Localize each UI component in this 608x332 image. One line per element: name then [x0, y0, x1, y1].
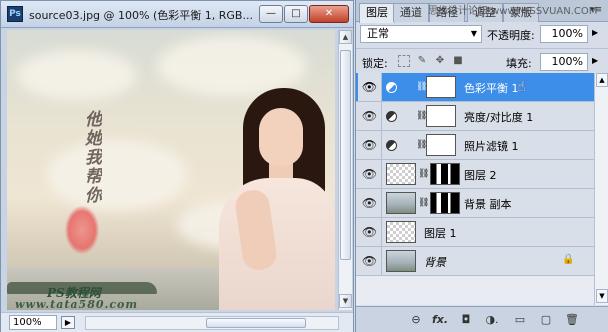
minimize-icon: — — [266, 8, 276, 19]
layer-name[interactable]: 背景 — [424, 254, 446, 270]
adjustment-layer-icon — [386, 111, 397, 122]
layer-name[interactable]: 色彩平衡 1 — [464, 80, 519, 96]
panel-menu-icon[interactable]: ▾≡ — [588, 5, 604, 17]
eye-visibility-icon[interactable]: 👁 — [358, 189, 382, 217]
image-canvas[interactable]: 他她我帮你 PS教程网 www.tata580.com — [7, 30, 335, 310]
layer-mask-thumbnail[interactable] — [426, 105, 456, 127]
cloud — [157, 36, 307, 96]
blend-mode-select[interactable]: 正常 ▼ — [360, 25, 482, 43]
layer-thumbnail[interactable] — [386, 192, 416, 214]
layers-bottom-toolbar: ⊖ fx. ◘ ◑. ▭ ▢ 🗑 — [356, 306, 608, 332]
status-bar: 100% ▶ — [1, 312, 353, 332]
fx-icon[interactable]: fx. — [432, 312, 448, 328]
lock-row: 锁定: ✎ ✥ ■ 填充: 100% ▶ — [356, 48, 608, 72]
fill-label: 填充: — [506, 57, 532, 70]
adjustment-icon[interactable]: ◑. — [484, 312, 500, 328]
lock-icon: 🔒 — [562, 254, 575, 265]
layer-row-photo-filter[interactable]: 👁 ⛓ 照片滤镜 1 — [356, 131, 594, 160]
opacity-label: 不透明度: — [487, 29, 535, 42]
document-title-bar[interactable]: Ps source03.jpg @ 100% (色彩平衡 1, RGB... —… — [1, 1, 353, 28]
delete-icon[interactable]: 🗑 — [564, 312, 580, 328]
lock-label: 锁定: — [362, 57, 388, 70]
layer-thumbnail[interactable] — [386, 250, 416, 272]
layer-mask-thumbnail[interactable] — [426, 76, 456, 98]
layer-row-color-balance[interactable]: 👁 ⛓ 色彩平衡 1 — [356, 73, 594, 102]
layer-row-brightness-contrast[interactable]: 👁 ⛓ 亮度/对比度 1 — [356, 102, 594, 131]
blend-mode-value: 正常 — [367, 27, 389, 40]
girl-dress — [219, 178, 335, 310]
scroll-up-arrow-icon[interactable]: ▲ — [339, 30, 352, 44]
chain-link-icon[interactable]: ⛓ — [418, 198, 429, 208]
panel-tabs: 图层 通道 路径 调整 蒙版 思缘设计论坛 www.MISSVUAN.COM ▾… — [356, 0, 608, 23]
zoom-level-field[interactable]: 100% — [9, 315, 57, 330]
eye-visibility-icon[interactable]: 👁 — [358, 218, 382, 246]
layer-thumbnail[interactable] — [386, 163, 416, 185]
adjustment-layer-icon — [386, 82, 397, 93]
photoshop-app-icon: Ps — [7, 6, 23, 22]
scroll-up-arrow-icon[interactable]: ▲ — [596, 73, 608, 87]
layers-scrollbar[interactable]: ▲ ▼ — [594, 73, 608, 305]
adjustment-layer-icon — [386, 140, 397, 151]
close-button[interactable]: ✕ — [309, 5, 349, 23]
lock-image-pixels-icon[interactable]: ✎ — [416, 55, 428, 67]
eye-visibility-icon[interactable]: 👁 — [358, 73, 382, 101]
scroll-down-arrow-icon[interactable]: ▼ — [596, 289, 608, 303]
maximize-button[interactable]: □ — [284, 5, 308, 23]
eye-visibility-icon[interactable]: 👁 — [358, 102, 382, 130]
vertical-scrollbar[interactable]: ▲ ▼ — [338, 30, 352, 310]
layer-thumbnail[interactable] — [386, 221, 416, 243]
add-mask-icon[interactable]: ◘ — [458, 312, 474, 328]
lock-position-icon[interactable]: ✥ — [434, 55, 446, 67]
watermark-url: www.tata580.com — [15, 298, 139, 310]
lock-transparent-pixels-icon[interactable] — [398, 55, 410, 67]
layer-name[interactable]: 图层 1 — [424, 225, 457, 241]
minimize-button[interactable]: — — [259, 5, 283, 23]
blend-row: 正常 ▼ 不透明度: 100% ▶ — [356, 22, 608, 46]
link-icon[interactable]: ⊖ — [408, 312, 424, 328]
maximize-icon: □ — [291, 8, 301, 19]
layer-row-layer-2[interactable]: 👁 ⛓ 图层 2 — [356, 160, 594, 189]
opacity-input[interactable]: 100% — [540, 25, 588, 43]
layer-mask-thumbnail[interactable] — [430, 163, 460, 185]
hand-cursor-icon: ☝ — [517, 79, 526, 95]
cloud — [17, 50, 137, 100]
group-icon[interactable]: ▭ — [512, 312, 528, 328]
horizontal-scrollbar[interactable] — [85, 316, 339, 330]
chevron-down-icon: ▼ — [470, 29, 477, 38]
tab-layers[interactable]: 图层 — [359, 3, 395, 23]
layer-name[interactable]: 亮度/对比度 1 — [464, 109, 533, 125]
eye-visibility-icon[interactable]: 👁 — [358, 247, 382, 275]
layer-row-layer-1[interactable]: 👁 图层 1 — [356, 218, 594, 247]
layer-name[interactable]: 背景 副本 — [464, 196, 512, 212]
vertical-scroll-thumb[interactable] — [340, 50, 351, 260]
forum-watermark: 思缘设计论坛 www.MISSVUAN.COM — [428, 6, 598, 17]
layer-name[interactable]: 图层 2 — [464, 167, 497, 183]
red-seal — [65, 206, 99, 254]
opacity-slider-arrow-icon[interactable]: ▶ — [592, 28, 598, 37]
layer-row-background-copy[interactable]: 👁 ⛓ 背景 副本 — [356, 189, 594, 218]
document-title: source03.jpg @ 100% (色彩平衡 1, RGB... — [29, 9, 253, 22]
fill-slider-arrow-icon[interactable]: ▶ — [592, 56, 598, 65]
new-layer-icon[interactable]: ▢ — [538, 312, 554, 328]
layer-list: 👁 ⛓ 色彩平衡 1 👁 ⛓ 亮度/对比度 1 👁 ⛓ 照片滤镜 1 👁 ⛓ 图… — [356, 73, 608, 305]
scroll-down-arrow-icon[interactable]: ▼ — [339, 294, 352, 308]
eye-visibility-icon[interactable]: 👁 — [358, 160, 382, 188]
calligraphy-text: 他她我帮你 — [81, 110, 101, 205]
layer-mask-thumbnail[interactable] — [430, 192, 460, 214]
layer-mask-thumbnail[interactable] — [426, 134, 456, 156]
layers-panel: 图层 通道 路径 调整 蒙版 思缘设计论坛 www.MISSVUAN.COM ▾… — [355, 0, 608, 332]
lock-all-icon[interactable]: ■ — [452, 55, 464, 67]
eye-visibility-icon[interactable]: 👁 — [358, 131, 382, 159]
fill-input[interactable]: 100% — [540, 53, 588, 71]
tab-channels[interactable]: 通道 — [393, 3, 429, 22]
status-menu-icon[interactable]: ▶ — [61, 316, 75, 329]
document-window: Ps source03.jpg @ 100% (色彩平衡 1, RGB... —… — [0, 0, 354, 332]
horizontal-scroll-thumb[interactable] — [206, 318, 306, 328]
layer-name[interactable]: 照片滤镜 1 — [464, 138, 519, 154]
chain-link-icon[interactable]: ⛓ — [418, 169, 429, 179]
girl-face — [259, 108, 303, 166]
layer-row-background[interactable]: 👁 背景 🔒 — [356, 247, 594, 276]
close-icon: ✕ — [324, 8, 334, 19]
